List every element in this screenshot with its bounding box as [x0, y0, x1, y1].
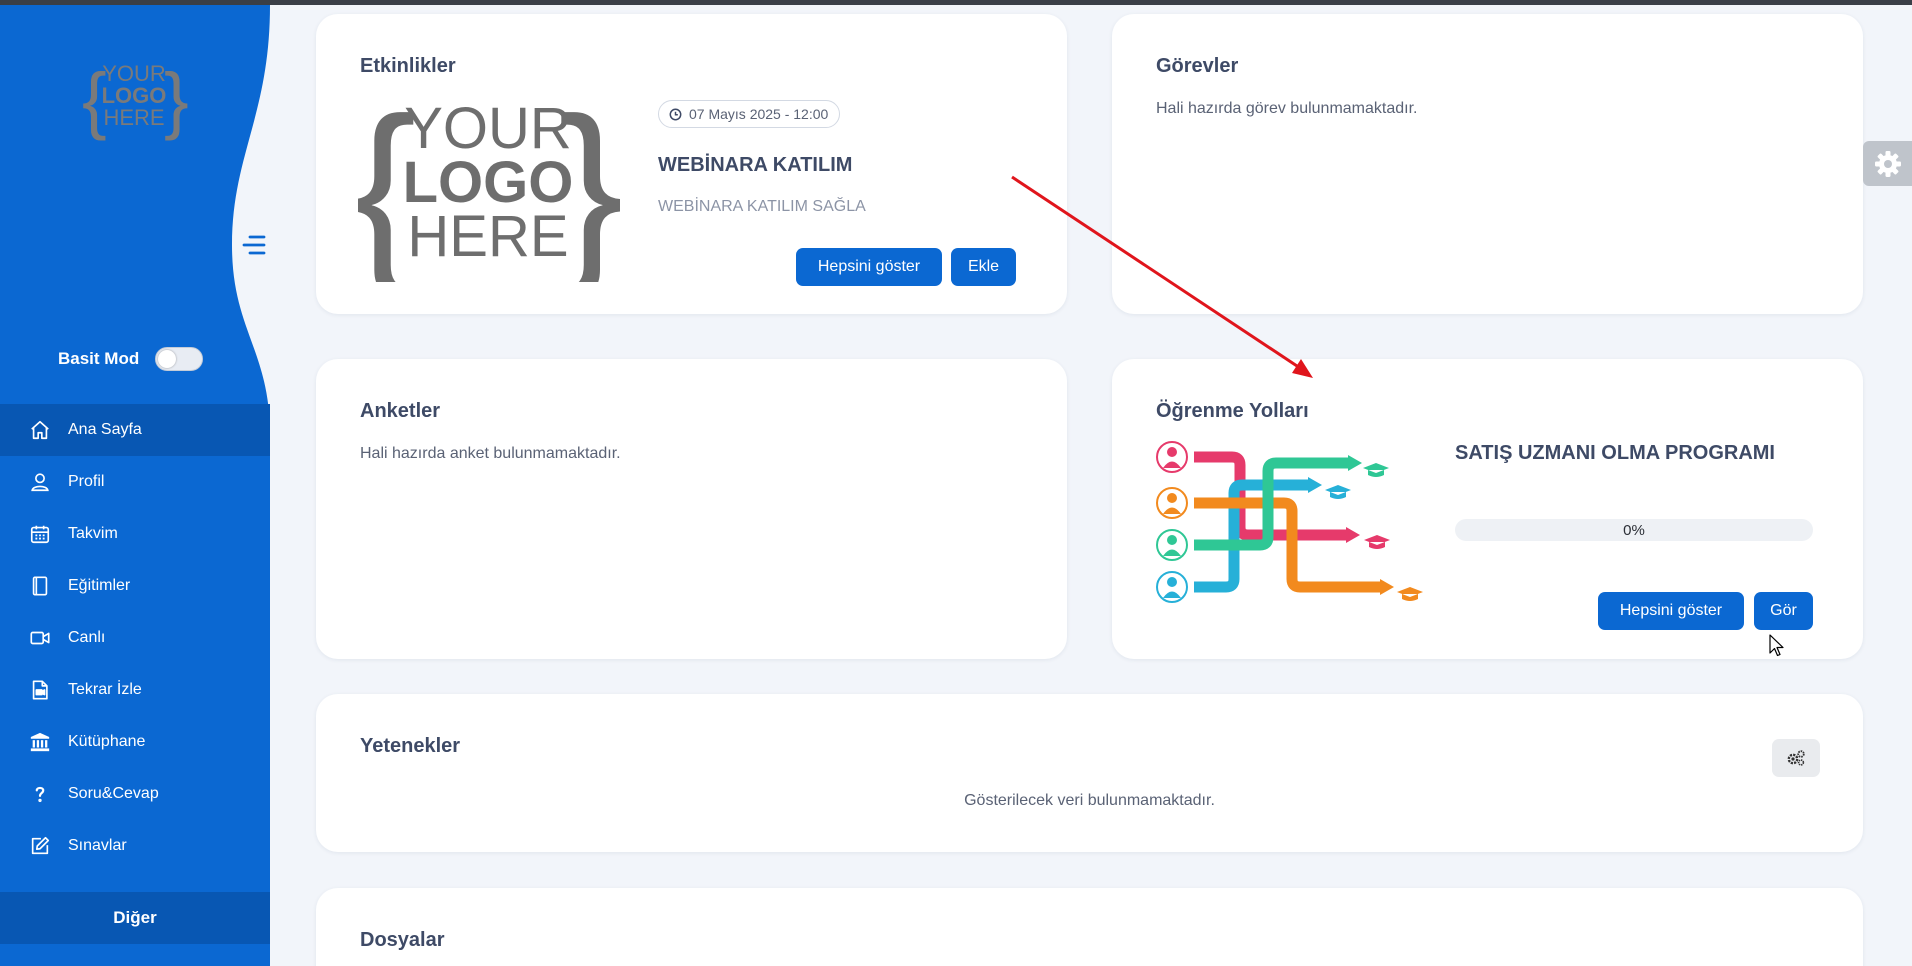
- yetenekler-title: Yetenekler: [360, 735, 461, 757]
- mouse-cursor-icon: [1769, 634, 1784, 657]
- event-logo-line3: HERE: [407, 204, 568, 269]
- theme-settings-button[interactable]: [1863, 141, 1912, 186]
- basit-mod-row: Basit Mod: [58, 347, 204, 371]
- event-subtitle: WEBİNARA KATILIM SAĞLA: [658, 198, 866, 215]
- user-icon: [28, 470, 52, 494]
- sidebar: { } YOUR LOGO HERE Basit Mod Ana Sayfa P: [0, 5, 274, 966]
- question-icon: [28, 782, 52, 806]
- calendar-icon: [28, 522, 52, 546]
- event-title[interactable]: WEBİNARA KATILIM: [658, 154, 852, 177]
- sidebar-item-label: Canlı: [68, 629, 106, 646]
- anketler-empty-text: Hali hazırda anket bulunmamaktadır.: [360, 445, 621, 462]
- sidebar-item-label: Profil: [68, 473, 105, 490]
- sidebar-item-egitimler[interactable]: Eğitimler: [0, 560, 270, 612]
- sidebar-item-label: Ana Sayfa: [68, 421, 142, 438]
- person-icon: [1156, 441, 1188, 603]
- gorevler-title: Görevler: [1156, 55, 1239, 77]
- anketler-card: Anketler Hali hazırda anket bulunmamakta…: [316, 359, 1067, 659]
- sidebar-item-takvim[interactable]: Takvim: [0, 508, 270, 560]
- diger-button[interactable]: Diğer: [0, 892, 270, 944]
- sidebar-item-tekrar-izle[interactable]: Tekrar İzle: [0, 664, 270, 716]
- book-icon: [28, 574, 52, 598]
- learning-path-progress: 0%: [1455, 519, 1813, 541]
- sidebar-item-label: Takvim: [68, 525, 118, 542]
- dosyalar-title: Dosyalar: [360, 929, 445, 951]
- learning-path-title[interactable]: SATIŞ UZMANI OLMA PROGRAMI: [1455, 442, 1775, 465]
- sidebar-item-soru-cevap[interactable]: Soru&Cevap: [0, 768, 270, 820]
- sidebar-nav: Ana Sayfa Profil Takvim Eğitimler Canlı: [0, 404, 270, 872]
- home-icon: [28, 418, 52, 442]
- sidebar-item-sinavlar[interactable]: Sınavlar: [0, 820, 270, 872]
- sidebar-item-canli[interactable]: Canlı: [0, 612, 270, 664]
- sidebar-collapse-button[interactable]: [238, 230, 268, 260]
- events-show-all-button[interactable]: Hepsini göster: [796, 248, 942, 286]
- sidebar-item-label: Soru&Cevap: [68, 785, 159, 802]
- toggle-knob: [158, 350, 177, 368]
- sidebar-logo-line3: HERE: [103, 105, 164, 130]
- video-file-icon: [28, 678, 52, 702]
- window-top-border: [0, 0, 1912, 5]
- menu-lines-icon: [242, 235, 266, 255]
- video-camera-icon: [28, 626, 52, 650]
- sidebar-logo: { } YOUR LOGO HERE: [82, 58, 188, 141]
- sidebar-item-kutuphane[interactable]: Kütüphane: [0, 716, 270, 768]
- etkinlikler-title: Etkinlikler: [360, 55, 456, 77]
- event-date-chip: 07 Mayıs 2025 - 12:00: [658, 100, 841, 128]
- library-icon: [28, 730, 52, 754]
- progress-text: 0%: [1623, 521, 1645, 539]
- gears-icon: [1787, 750, 1805, 766]
- svg-text:}: }: [164, 58, 188, 141]
- learning-path-illustration: [1156, 441, 1423, 603]
- sidebar-item-ana-sayfa[interactable]: Ana Sayfa: [0, 404, 270, 456]
- learning-view-button[interactable]: Gör: [1754, 592, 1813, 630]
- gorevler-empty-text: Hali hazırda görev bulunmamaktadır.: [1156, 100, 1418, 117]
- events-add-button[interactable]: Ekle: [951, 248, 1016, 286]
- yetenekler-empty-text: Gösterilecek veri bulunmamaktadır.: [964, 792, 1215, 809]
- learning-show-all-button[interactable]: Hepsini göster: [1598, 592, 1744, 630]
- clock-icon: [669, 108, 682, 120]
- edit-icon: [28, 834, 52, 858]
- sidebar-item-label: Sınavlar: [68, 837, 127, 854]
- basit-mod-toggle[interactable]: [155, 347, 204, 371]
- etkinlikler-card: Etkinlikler { } YOUR LOGO HERE 07 Mayıs …: [316, 14, 1067, 314]
- sidebar-item-label: Tekrar İzle: [68, 681, 142, 698]
- sidebar-item-profil[interactable]: Profil: [0, 456, 270, 508]
- gorevler-card: Görevler Hali hazırda görev bulunmamakta…: [1112, 14, 1863, 314]
- sidebar-item-label: Kütüphane: [68, 733, 146, 750]
- ogrenme-yollari-card: Öğrenme Yolları SATIŞ UZMANI OLMA PROGRA…: [1112, 359, 1863, 659]
- skills-settings-button[interactable]: [1772, 739, 1820, 777]
- event-logo-image: { } YOUR LOGO HERE: [358, 92, 620, 282]
- yetenekler-card: Yetenekler Gösterilecek veri bulunmamakt…: [316, 694, 1863, 852]
- dosyalar-card: Dosyalar: [316, 888, 1863, 966]
- gear-icon: [1874, 150, 1901, 177]
- event-date: 07 Mayıs 2025 - 12:00: [689, 106, 829, 122]
- ogrenme-yollari-title: Öğrenme Yolları: [1156, 400, 1309, 422]
- sidebar-item-label: Eğitimler: [68, 577, 131, 594]
- basit-mod-label: Basit Mod: [58, 349, 140, 368]
- anketler-title: Anketler: [360, 400, 441, 422]
